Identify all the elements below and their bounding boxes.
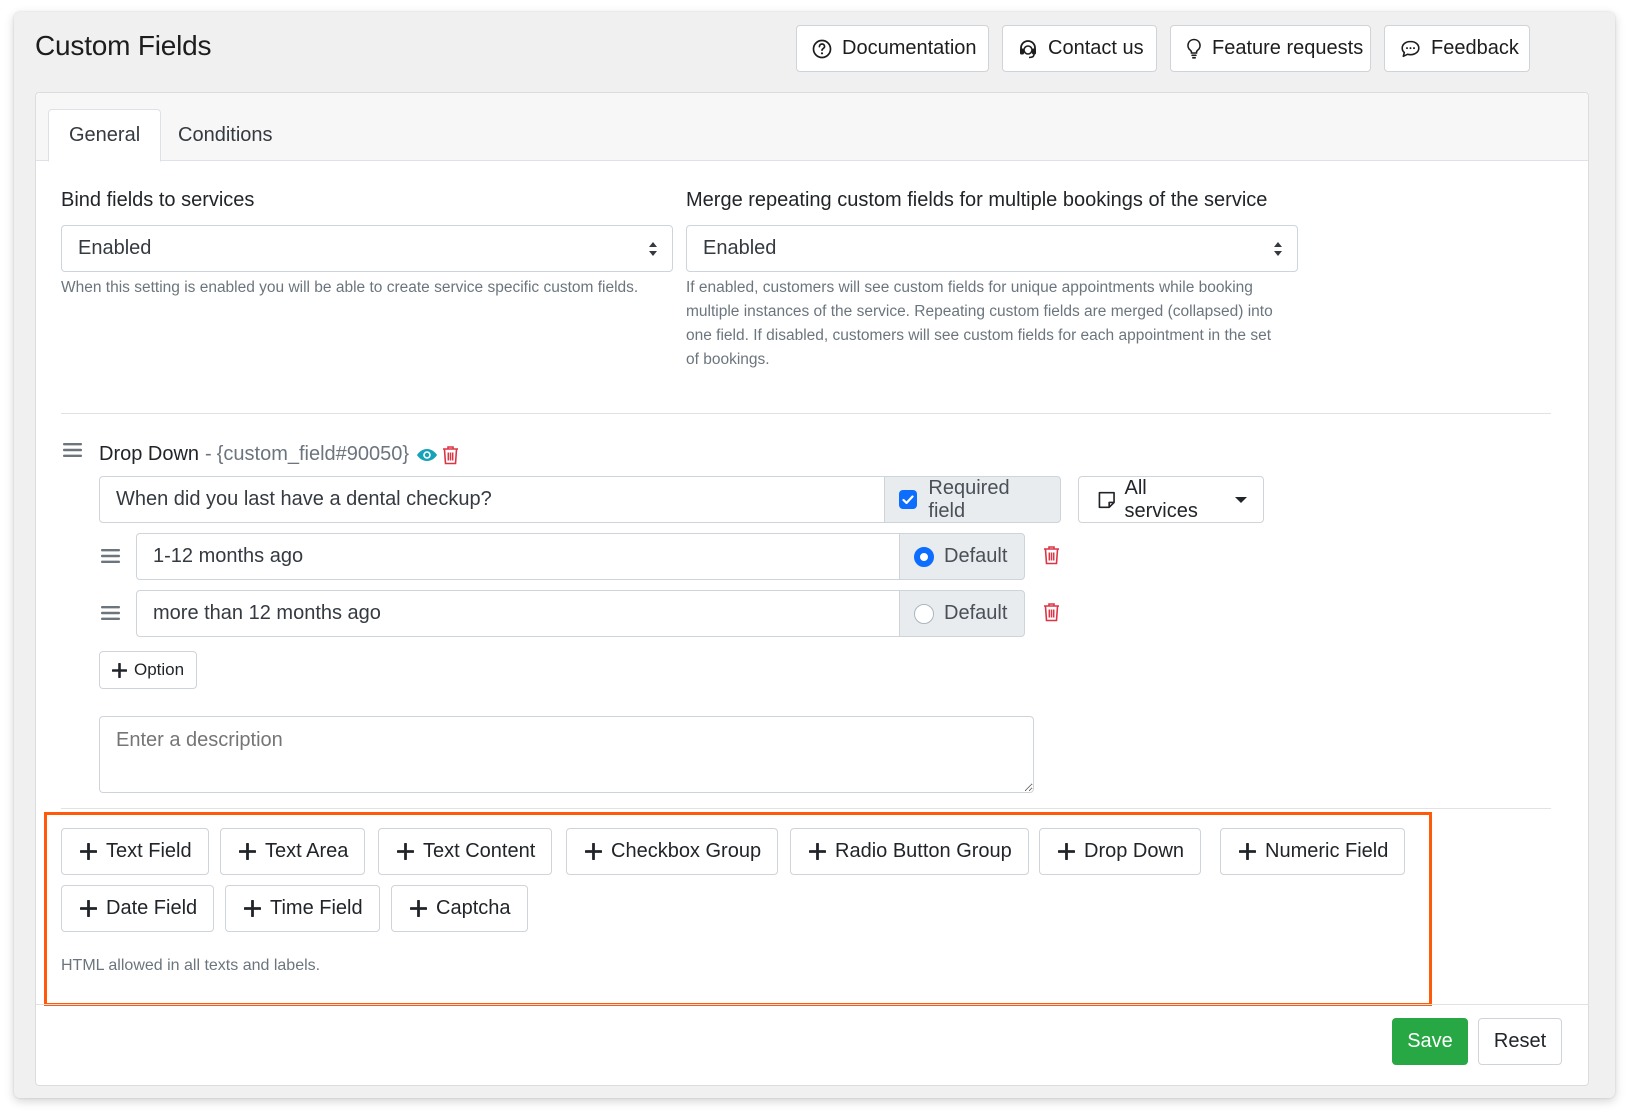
delete-option-button[interactable]: [1043, 602, 1060, 627]
visibility-toggle[interactable]: [416, 447, 438, 463]
button-label: Text Area: [265, 840, 349, 862]
plus-icon: [1239, 843, 1256, 860]
page-title: Custom Fields: [35, 30, 212, 61]
plus-icon: [809, 843, 826, 860]
merge-fields-label: Merge repeating custom fields for multip…: [686, 189, 1268, 211]
sticky-note-icon: [1098, 491, 1115, 508]
plus-icon: [244, 900, 261, 917]
add-text-field-button[interactable]: Text Field: [61, 828, 209, 875]
trash-icon: [1044, 603, 1059, 622]
radio-selected[interactable]: [914, 546, 934, 567]
option-input[interactable]: more than 12 months ago: [136, 590, 900, 637]
add-drop-down-button[interactable]: Drop Down: [1039, 828, 1202, 875]
caret-down-icon: [1235, 496, 1247, 503]
field-code: {custom_field#90050}: [216, 443, 410, 465]
merge-fields-select[interactable]: Enabled: [686, 225, 1298, 272]
button-label: Date Field: [106, 897, 198, 919]
plus-icon: [112, 662, 127, 678]
feedback-label: Feedback: [1431, 37, 1519, 59]
add-option-button[interactable]: Option: [99, 651, 198, 689]
default-option-radio[interactable]: Default: [899, 590, 1025, 637]
merge-fields-value: Enabled: [703, 237, 777, 259]
field-separator: -: [205, 443, 212, 465]
required-field-toggle[interactable]: Required field: [884, 476, 1061, 523]
contact-us-button[interactable]: Contact us: [1002, 25, 1157, 72]
lightbulb-icon: [1187, 38, 1201, 59]
divider: [61, 808, 1551, 809]
radio-unselected[interactable]: [914, 603, 934, 624]
eye-icon: [417, 448, 438, 461]
button-label: Captcha: [436, 897, 511, 919]
feedback-button[interactable]: Feedback: [1384, 25, 1530, 72]
description-textarea[interactable]: [99, 716, 1034, 793]
default-option-radio[interactable]: Default: [899, 533, 1025, 580]
services-label: All services: [1124, 476, 1198, 522]
plus-icon: [410, 900, 427, 917]
reset-button[interactable]: Reset: [1478, 1018, 1562, 1065]
trash-icon: [443, 445, 459, 464]
button-label: Checkbox Group: [611, 840, 762, 862]
delete-field-button[interactable]: [442, 445, 459, 465]
bind-fields-select[interactable]: Enabled: [61, 225, 673, 272]
button-label: Text Field: [106, 840, 192, 862]
required-checkbox[interactable]: [899, 490, 918, 509]
add-time-field-button[interactable]: Time Field: [225, 885, 380, 932]
documentation-button[interactable]: Documentation: [796, 25, 989, 72]
trash-icon: [1044, 546, 1059, 565]
question-input[interactable]: When did you last have a dental checkup?: [99, 476, 885, 523]
plus-icon: [397, 843, 414, 860]
documentation-label: Documentation: [842, 37, 977, 59]
add-numeric-field-button[interactable]: Numeric Field: [1220, 828, 1406, 875]
feature-requests-label: Feature requests: [1212, 37, 1364, 59]
field-type: Drop Down: [99, 443, 200, 465]
drag-handle-icon[interactable]: [101, 548, 120, 564]
button-label: Text Content: [423, 840, 536, 862]
footer-divider: [36, 1004, 1589, 1005]
add-checkbox-group-button[interactable]: Checkbox Group: [566, 828, 779, 875]
plus-icon: [80, 843, 97, 860]
bind-fields-help: When this setting is enabled you will be…: [61, 279, 639, 296]
merge-fields-help: If enabled, customers will see custom fi…: [686, 279, 1273, 368]
save-button[interactable]: Save: [1392, 1018, 1468, 1065]
button-label: Numeric Field: [1265, 840, 1389, 862]
headset-icon: [1020, 39, 1036, 58]
drag-handle-icon[interactable]: [63, 442, 82, 458]
plus-icon: [1058, 843, 1075, 860]
feature-requests-button[interactable]: Feature requests: [1170, 25, 1371, 72]
plus-icon: [239, 843, 256, 860]
html-allowed-note: HTML allowed in all texts and labels.: [61, 957, 321, 974]
services-dropdown[interactable]: All services: [1078, 476, 1264, 523]
required-field-label: Required field: [928, 476, 1010, 522]
default-label: Default: [944, 602, 1008, 624]
tab-general[interactable]: General: [48, 109, 162, 162]
divider: [61, 413, 1551, 414]
delete-option-button[interactable]: [1043, 545, 1060, 570]
option-input[interactable]: 1-12 months ago: [136, 533, 900, 580]
chat-bubble-icon: [1401, 40, 1420, 57]
button-label: Radio Button Group: [835, 840, 1012, 862]
plus-icon: [585, 843, 602, 860]
add-captcha-button[interactable]: Captcha: [391, 885, 528, 932]
contact-us-label: Contact us: [1048, 37, 1144, 59]
select-arrows-icon: [1274, 242, 1282, 256]
add-date-field-button[interactable]: Date Field: [61, 885, 215, 932]
default-label: Default: [944, 545, 1008, 567]
checkmark-icon: [902, 494, 914, 504]
select-arrows-icon: [649, 242, 657, 256]
drag-handle-icon[interactable]: [101, 605, 120, 621]
button-label: Drop Down: [1084, 840, 1185, 862]
question-circle-icon: [812, 39, 832, 58]
bind-fields-value: Enabled: [78, 237, 152, 259]
add-option-label: Option: [134, 660, 185, 679]
field-header: Drop Down - {custom_field#90050}: [99, 443, 459, 466]
add-text-area-button[interactable]: Text Area: [220, 828, 366, 875]
plus-icon: [80, 900, 97, 917]
bind-fields-label: Bind fields to services: [61, 189, 255, 211]
add-text-content-button[interactable]: Text Content: [378, 828, 553, 875]
tab-conditions[interactable]: Conditions: [158, 109, 293, 162]
add-radio-button-group-button[interactable]: Radio Button Group: [790, 828, 1029, 875]
button-label: Time Field: [270, 897, 363, 919]
